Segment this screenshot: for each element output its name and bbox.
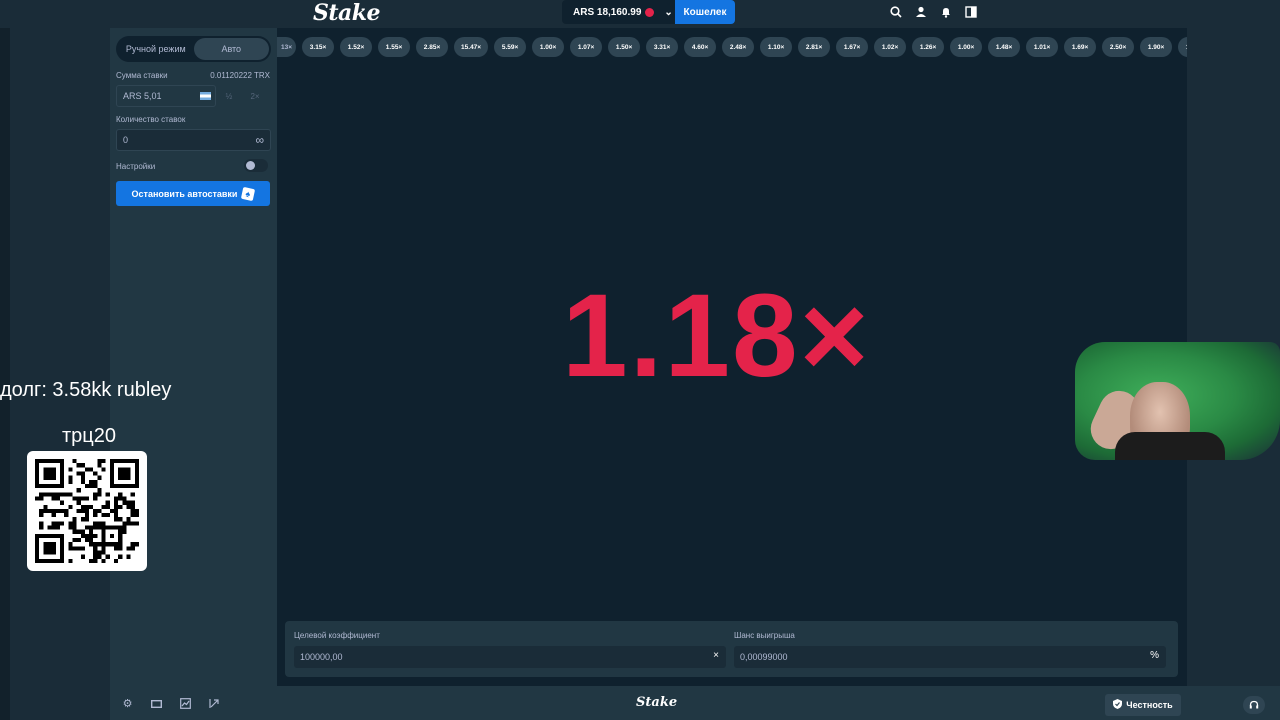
history-pill[interactable]: 13×	[277, 37, 297, 57]
trc20-label: трц20	[62, 425, 116, 447]
target-label: Целевой коэффициент	[294, 631, 380, 640]
stats-chart-icon[interactable]	[178, 696, 193, 711]
headset-icon[interactable]	[1243, 696, 1265, 714]
bet-amount-value: ARS 5,01	[123, 91, 162, 101]
history-pill[interactable]: 4.60×	[684, 37, 717, 57]
fairness-label: Честность	[1126, 700, 1173, 710]
num-bets-label: Количество ставок	[116, 115, 186, 124]
history-pill[interactable]: 1.10×	[760, 37, 793, 57]
percent-icon: %	[1150, 650, 1159, 661]
stake-logo[interactable]: Stake	[313, 0, 381, 26]
half-button[interactable]: ½	[216, 85, 242, 107]
history-pill[interactable]: 1.50×	[608, 37, 641, 57]
bet-sidebar: Ручной режим Авто Сумма ставки 0.0112022…	[110, 28, 277, 686]
tab-auto[interactable]: Авто	[193, 38, 269, 60]
screen: Stake ARS 18,160.99 ⌄ Кошелек Ручной реж…	[0, 0, 1280, 720]
footer-stake-logo: Stake	[636, 695, 678, 710]
balance-amount: ARS 18,160.99	[573, 6, 642, 18]
ars-flag-icon	[200, 92, 211, 100]
balance-selector[interactable]: ARS 18,160.99 ⌄	[562, 0, 675, 24]
history-pill[interactable]: 1.26×	[912, 37, 945, 57]
history-pill[interactable]: 1.00×	[532, 37, 565, 57]
wallet-button[interactable]: Кошелек	[675, 0, 735, 24]
bet-amount-crypto: 0.01120222 TRX	[210, 71, 270, 80]
history-pill[interactable]: 1.67×	[836, 37, 869, 57]
cards-icon: ♠	[241, 186, 256, 201]
double-button[interactable]: 2×	[242, 85, 268, 107]
history-pill[interactable]: 1.52×	[340, 37, 373, 57]
shield-check-icon	[1113, 699, 1123, 711]
theatre-mode-icon[interactable]	[149, 696, 164, 711]
history-pill[interactable]: 2.85×	[416, 37, 449, 57]
target-value: 100000,00	[300, 652, 343, 662]
left-margin	[0, 0, 110, 720]
footer-icons: ⚙	[120, 696, 222, 711]
infinity-icon[interactable]: ∞	[255, 133, 264, 147]
history-pill[interactable]: 1.48×	[988, 37, 1021, 57]
stop-autobet-button[interactable]: Остановить автоставки ♠	[116, 181, 270, 206]
history-pill[interactable]: 2.48×	[722, 37, 755, 57]
history-pill[interactable]: 15.47×	[454, 37, 489, 57]
search-icon[interactable]	[888, 4, 903, 19]
stop-autobet-label: Остановить автоставки	[131, 188, 238, 199]
settings-label: Настройки	[116, 162, 156, 171]
webcam-feed	[1075, 342, 1280, 460]
bet-amount-label: Сумма ставки	[116, 71, 168, 80]
top-icons	[888, 4, 978, 19]
currency-coin-icon	[645, 7, 655, 17]
qr-code	[27, 451, 147, 571]
history-pill[interactable]: 3.15×	[302, 37, 335, 57]
game-area: 13× 3.15× 1.52× 1.55× 2.85× 15.47× 5.59× 1.00×…	[277, 28, 1187, 686]
chance-input[interactable]: 0,00099000 %	[734, 646, 1166, 668]
chevron-down-icon: ⌄	[664, 6, 673, 18]
current-multiplier: 1.18×	[562, 270, 871, 402]
sidebar-panel-icon[interactable]	[963, 4, 978, 19]
multiply-icon: ×	[713, 650, 719, 661]
tab-manual[interactable]: Ручной режим	[118, 38, 194, 60]
bet-amount-input[interactable]: ARS 5,01	[116, 85, 216, 107]
game-footer: ⚙ Stake Честность	[110, 686, 1280, 720]
debt-overlay-text: долг: 3.58kk rubley	[0, 379, 172, 401]
history-pill[interactable]: 2.81×	[798, 37, 831, 57]
history-pill[interactable]: 5.59×	[494, 37, 527, 57]
fairness-button[interactable]: Честность	[1105, 694, 1181, 716]
history-pill[interactable]: 1.07×	[570, 37, 603, 57]
history-pill[interactable]: 1.69×	[1064, 37, 1097, 57]
gear-icon[interactable]: ⚙	[120, 696, 135, 711]
history-pill[interactable]: 2.50×	[1102, 37, 1135, 57]
history-pill[interactable]: 1.00×	[950, 37, 983, 57]
history-pill[interactable]: 1.90×	[1140, 37, 1173, 57]
history-pill[interactable]: 1.01×	[1026, 37, 1059, 57]
num-bets-value: 0	[123, 135, 129, 145]
bell-icon[interactable]	[938, 4, 953, 19]
history-bar: 13× 3.15× 1.52× 1.55× 2.85× 15.47× 5.59× 1.00×…	[277, 37, 1187, 57]
history-pill[interactable]: 1.55×	[378, 37, 411, 57]
chance-value: 0,00099000	[740, 652, 788, 662]
target-panel: Целевой коэффициент 100000,00 × Шанс выи…	[285, 621, 1178, 677]
chance-label: Шанс выигрыша	[734, 631, 795, 640]
user-icon[interactable]	[913, 4, 928, 19]
top-bar: Stake ARS 18,160.99 ⌄ Кошелек	[0, 0, 1280, 28]
history-pill[interactable]: 1.18×	[1178, 37, 1187, 57]
settings-toggle[interactable]	[244, 159, 268, 172]
live-stats-icon[interactable]	[207, 696, 222, 711]
num-bets-input[interactable]: 0 ∞	[116, 129, 271, 151]
history-pill[interactable]: 3.31×	[646, 37, 679, 57]
mode-toggle: Ручной режим Авто	[116, 36, 271, 62]
target-input[interactable]: 100000,00 ×	[294, 646, 726, 668]
history-pill[interactable]: 1.02×	[874, 37, 907, 57]
